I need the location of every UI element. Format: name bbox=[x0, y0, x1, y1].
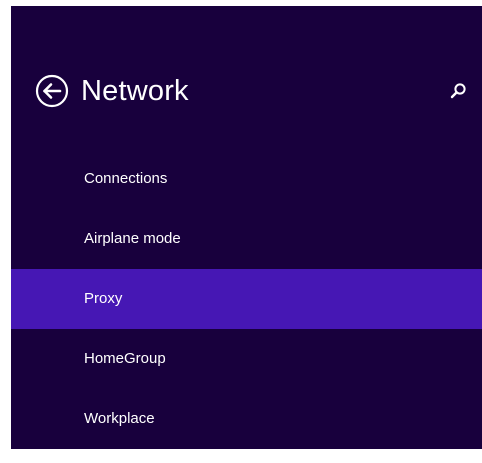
network-settings-pane: Network Connections Airplane mode Proxy … bbox=[11, 6, 482, 449]
nav-item-airplane-mode[interactable]: Airplane mode bbox=[11, 209, 482, 269]
nav-item-workplace[interactable]: Workplace bbox=[11, 389, 482, 449]
nav-list: Connections Airplane mode Proxy HomeGrou… bbox=[11, 149, 482, 449]
back-arrow-circle-icon bbox=[35, 74, 69, 108]
nav-item-label: Proxy bbox=[84, 290, 123, 307]
header: Network bbox=[11, 72, 482, 112]
nav-item-label: Connections bbox=[84, 170, 168, 187]
nav-item-label: Workplace bbox=[84, 410, 155, 427]
nav-item-homegroup[interactable]: HomeGroup bbox=[11, 329, 482, 389]
page-title: Network bbox=[81, 75, 189, 107]
nav-item-connections[interactable]: Connections bbox=[11, 149, 482, 209]
search-button[interactable] bbox=[448, 81, 468, 101]
search-icon bbox=[450, 83, 466, 99]
nav-item-label: HomeGroup bbox=[84, 350, 166, 367]
back-button[interactable] bbox=[35, 74, 69, 108]
nav-item-proxy[interactable]: Proxy bbox=[11, 269, 482, 329]
nav-item-label: Airplane mode bbox=[84, 230, 181, 247]
